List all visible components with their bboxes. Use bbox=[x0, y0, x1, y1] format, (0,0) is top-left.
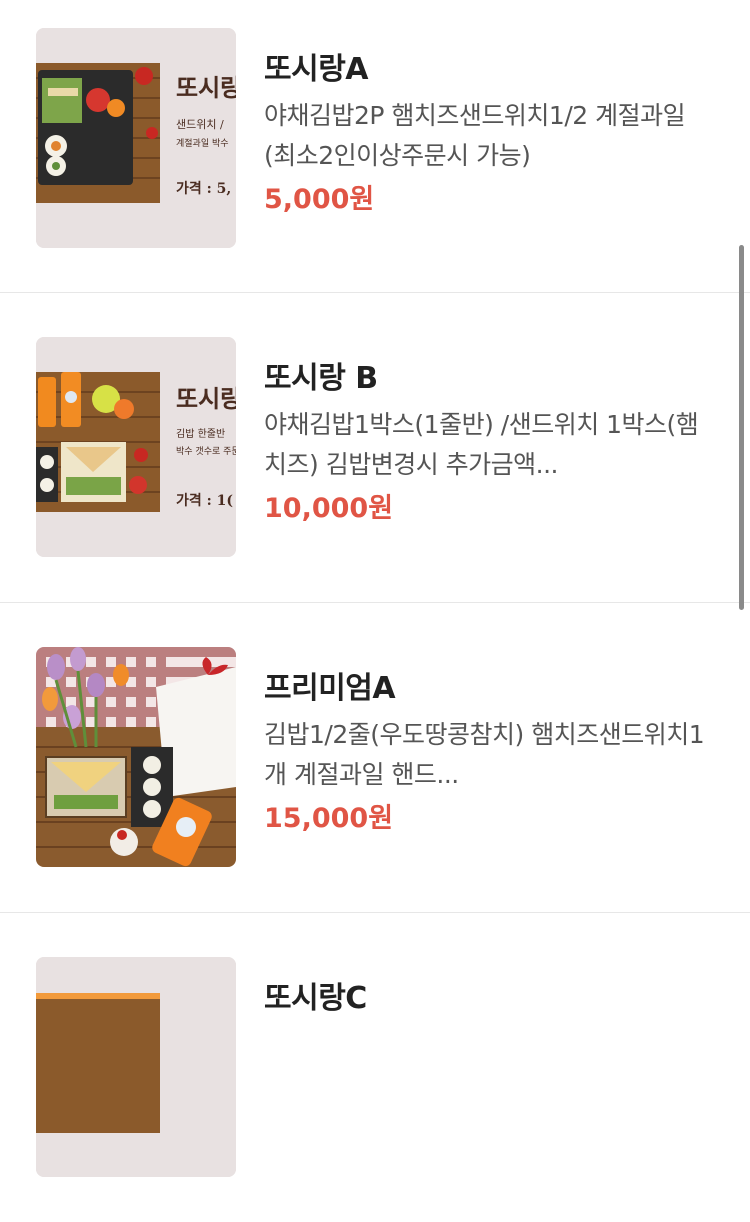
svg-text:계절과일 박수: 계절과일 박수 bbox=[176, 137, 229, 149]
menu-item-info: 또시랑C bbox=[264, 977, 720, 1021]
menu-item-description: 김밥1/2줄(우도땅콩참치) 햄치즈샌드위치1개 계절과일 핸드... bbox=[264, 720, 705, 789]
menu-item-name: 프리미엄A bbox=[264, 671, 396, 706]
bento-photo-icon[interactable]: 또시랑 김밥 한줄반 박수 갯수로 주문 가격 : 1( bbox=[36, 337, 236, 557]
bento-photo-icon[interactable]: 또시랑 샌드위치 / 계절과일 박수 가격 : 5, bbox=[36, 28, 236, 248]
menu-item-info: 또시랑 B 야채김밥1박스(1줄반) /샌드위치 1박스(햄치즈) 김밥변경시 … bbox=[264, 357, 720, 529]
svg-text:박수 갯수로 주문: 박수 갯수로 주문 bbox=[176, 446, 236, 457]
svg-text:또시랑: 또시랑 bbox=[176, 384, 236, 413]
menu-item-price: 5,000원 bbox=[264, 184, 375, 215]
menu-item[interactable]: 프리미엄A 김밥1/2줄(우도땅콩참치) 햄치즈샌드위치1개 계절과일 핸드..… bbox=[0, 603, 750, 913]
menu-item[interactable]: 또시랑 김밥 한줄반 박수 갯수로 주문 가격 : 1( 또시랑 B 야채김밥1… bbox=[0, 293, 750, 603]
menu-item-price: 15,000원 bbox=[264, 803, 394, 834]
svg-text:샌드위치 /: 샌드위치 / bbox=[176, 118, 224, 131]
menu-item[interactable]: 또시랑C bbox=[0, 913, 750, 1222]
svg-text:또시랑: 또시랑 bbox=[176, 73, 236, 102]
menu-item-description: 야채김밥1박스(1줄반) /샌드위치 1박스(햄치즈) 김밥변경시 추가금액..… bbox=[264, 410, 699, 479]
menu-list: 또시랑 샌드위치 / 계절과일 박수 가격 : 5, 또시랑A 야채김밥2P 햄… bbox=[0, 0, 750, 1222]
svg-text:가격 : 1(: 가격 : 1( bbox=[176, 492, 233, 509]
bento-photo-icon[interactable] bbox=[36, 957, 236, 1177]
svg-text:김밥 한줄반: 김밥 한줄반 bbox=[176, 428, 225, 440]
menu-item-name: 또시랑C bbox=[264, 981, 367, 1016]
scrollbar[interactable] bbox=[739, 245, 744, 610]
menu-item-description: 야채김밥2P 햄치즈샌드위치1/2 계절과일 (최소2인이상주문시 가능) bbox=[264, 101, 686, 170]
menu-item-name: 또시랑 B bbox=[264, 361, 378, 396]
svg-text:가격 : 5,: 가격 : 5, bbox=[176, 180, 231, 197]
menu-item-price: 10,000원 bbox=[264, 493, 394, 524]
menu-item[interactable]: 또시랑 샌드위치 / 계절과일 박수 가격 : 5, 또시랑A 야채김밥2P 햄… bbox=[0, 0, 750, 293]
menu-item-info: 프리미엄A 김밥1/2줄(우도땅콩참치) 햄치즈샌드위치1개 계절과일 핸드..… bbox=[264, 667, 720, 839]
picnic-photo-icon[interactable] bbox=[36, 647, 236, 867]
menu-item-info: 또시랑A 야채김밥2P 햄치즈샌드위치1/2 계절과일 (최소2인이상주문시 가… bbox=[264, 48, 720, 220]
menu-item-name: 또시랑A bbox=[264, 52, 369, 87]
